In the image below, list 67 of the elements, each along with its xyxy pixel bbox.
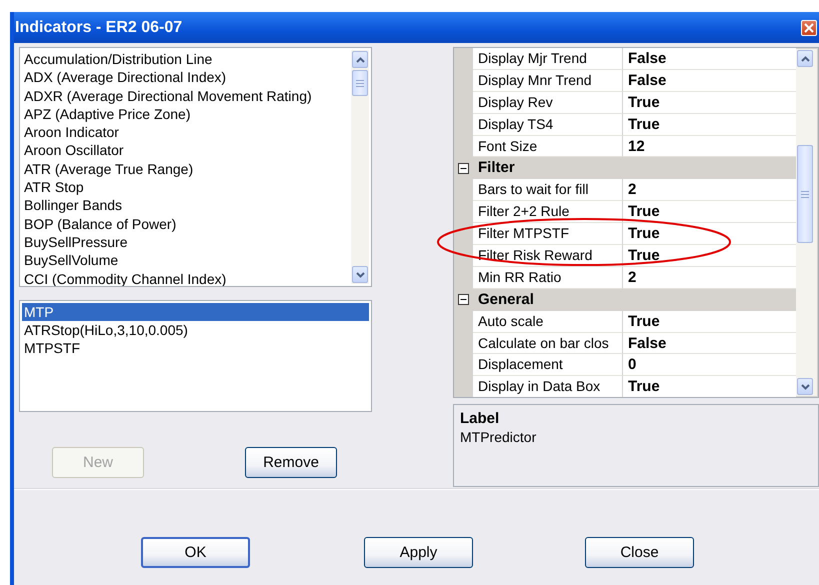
- list-item[interactable]: Aroon Oscillator: [24, 141, 351, 160]
- property-value[interactable]: 0: [623, 354, 796, 376]
- chevron-down-icon: [356, 272, 364, 278]
- list-item[interactable]: BuySellPressure: [24, 232, 351, 252]
- property-value[interactable]: True: [623, 114, 796, 136]
- grip-icon: [801, 190, 809, 198]
- property-value[interactable]: True: [623, 92, 796, 114]
- property-name: Font Size: [473, 136, 623, 158]
- property-name: Min RR Ratio: [473, 266, 623, 289]
- scroll-down-button[interactable]: [352, 266, 368, 283]
- property-value[interactable]: True: [623, 245, 796, 267]
- chevron-up-icon: [356, 56, 364, 62]
- property-value[interactable]: 12: [623, 136, 796, 158]
- list-item[interactable]: MTPSTF: [22, 339, 369, 357]
- property-name: Auto scale: [473, 310, 623, 333]
- list-item[interactable]: Aroon Indicator: [24, 123, 351, 142]
- list-item[interactable]: Accumulation/Distribution Line: [24, 50, 351, 68]
- property-name: Display Mnr Trend: [473, 70, 623, 92]
- list-item[interactable]: ATRStop(HiLo,3,10,0.005): [22, 321, 369, 339]
- chevron-down-icon: [800, 384, 810, 390]
- property-value[interactable]: True: [623, 376, 796, 397]
- collapse-icon[interactable]: [458, 162, 469, 174]
- list-item[interactable]: ATR (Average True Range): [24, 160, 351, 178]
- description-title: Label: [460, 409, 500, 428]
- property-value[interactable]: 2: [623, 179, 796, 202]
- property-value[interactable]: False: [623, 332, 796, 354]
- list-item[interactable]: ADX (Average Directional Index): [24, 68, 351, 87]
- scroll-up-button[interactable]: [797, 50, 813, 67]
- scroll-thumb[interactable]: [797, 145, 813, 243]
- scroll-thumb[interactable]: [352, 70, 368, 96]
- list-item[interactable]: BuySellVolume: [24, 251, 351, 270]
- close-button[interactable]: Close: [585, 537, 694, 568]
- list-item[interactable]: ATR Stop: [24, 178, 351, 196]
- property-name: Display TS4: [473, 114, 623, 136]
- property-name: Display in Data Box: [473, 376, 623, 397]
- property-value[interactable]: True: [623, 223, 796, 246]
- close-icon: [804, 22, 814, 32]
- property-value[interactable]: True: [623, 201, 796, 224]
- description-text: MTPredictor: [460, 428, 538, 447]
- property-name: Filter MTPSTF: [473, 223, 623, 246]
- chevron-up-icon: [800, 56, 810, 62]
- apply-button[interactable]: Apply: [364, 537, 473, 568]
- scroll-down-button[interactable]: [797, 378, 813, 395]
- property-name: Bars to wait for fill: [473, 179, 623, 202]
- property-value[interactable]: 2: [623, 266, 796, 289]
- list-item[interactable]: MTP: [22, 303, 369, 321]
- collapse-icon[interactable]: [458, 294, 469, 306]
- list-item[interactable]: BOP (Balance of Power): [24, 214, 351, 233]
- ok-button[interactable]: OK: [141, 537, 250, 568]
- scroll-up-button[interactable]: [352, 51, 368, 68]
- property-value[interactable]: True: [623, 310, 796, 333]
- remove-button[interactable]: Remove: [245, 447, 337, 478]
- property-name: Filter 2+2 Rule: [473, 201, 623, 224]
- grip-icon: [356, 80, 364, 86]
- property-value[interactable]: False: [623, 48, 796, 70]
- property-name: Calculate on bar clos: [473, 332, 623, 354]
- window-title: Indicators - ER2 06-07: [14, 18, 182, 36]
- property-name: Displacement: [473, 354, 623, 376]
- category-label: Filter: [477, 158, 516, 178]
- property-value[interactable]: False: [623, 70, 796, 92]
- property-name: Display Rev: [473, 92, 623, 114]
- list-item[interactable]: APZ (Adaptive Price Zone): [24, 104, 351, 124]
- list-item[interactable]: Bollinger Bands: [24, 196, 351, 215]
- property-name: Display Mjr Trend: [473, 48, 623, 70]
- list-item[interactable]: ADXR (Average Directional Movement Rating): [24, 86, 351, 105]
- close-button[interactable]: [801, 20, 817, 36]
- category-label: General: [477, 290, 535, 310]
